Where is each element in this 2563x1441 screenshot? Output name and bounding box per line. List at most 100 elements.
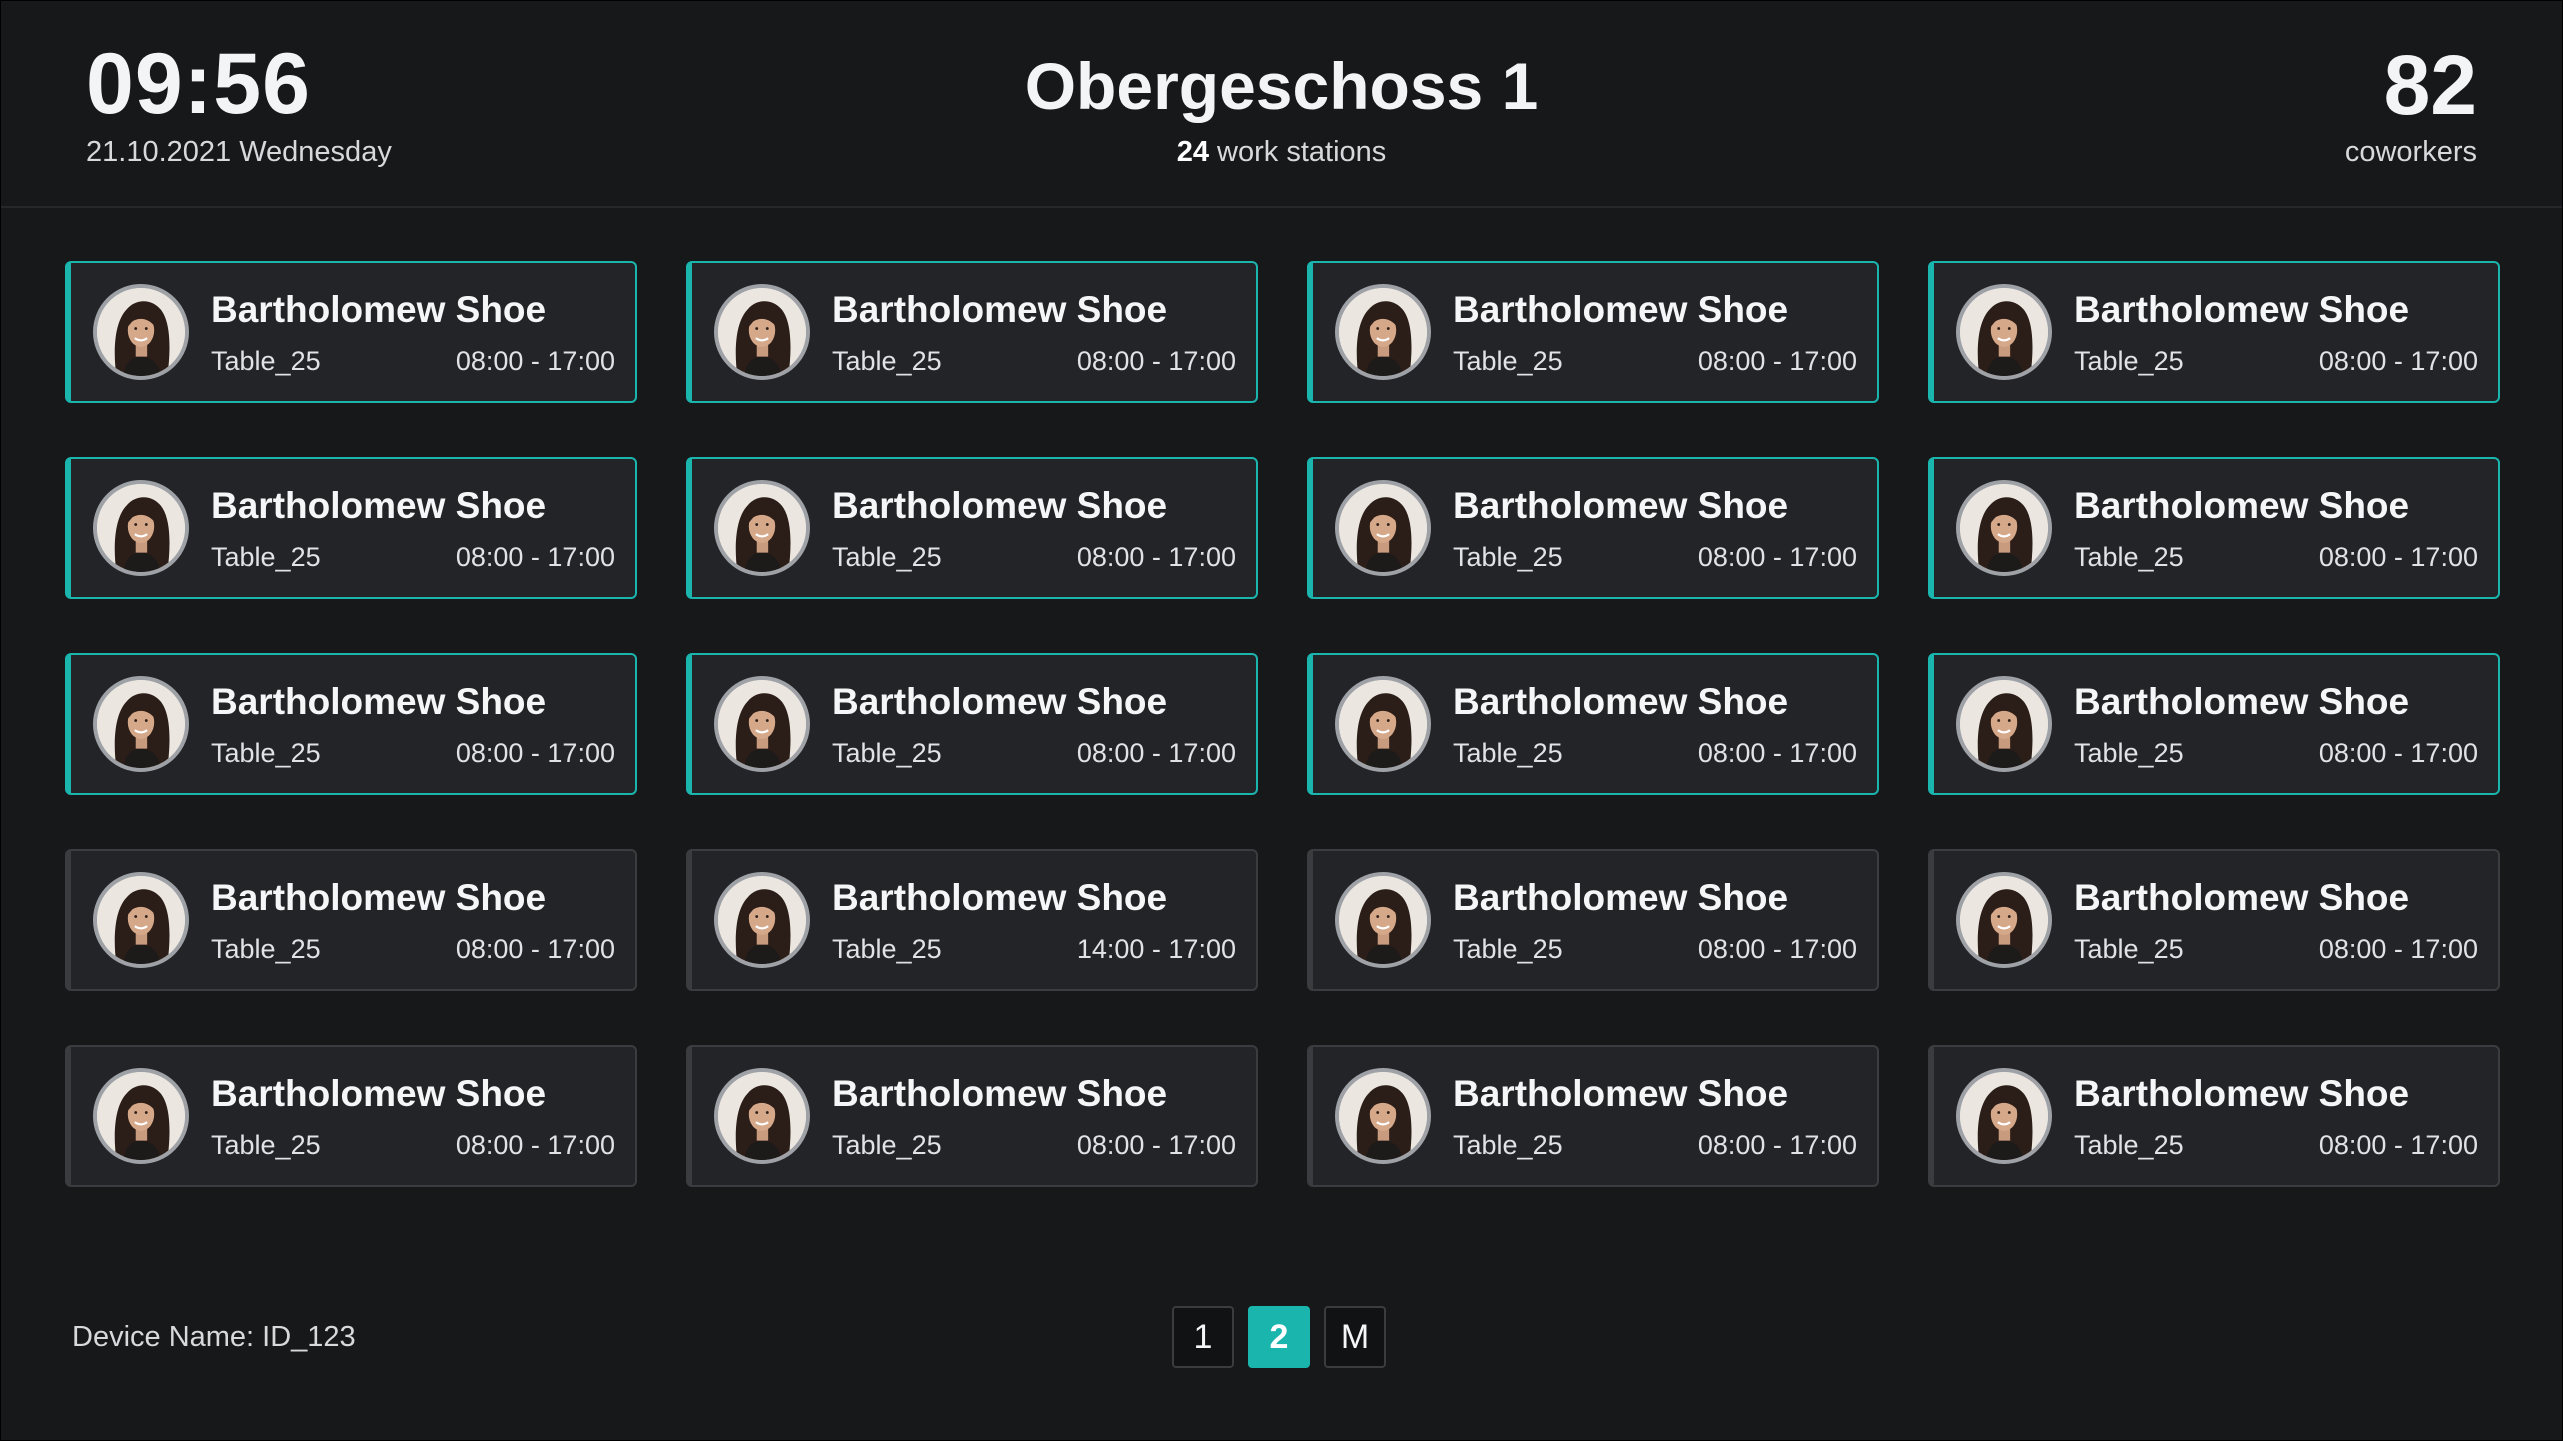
avatar — [714, 1068, 810, 1164]
person-avatar-icon — [97, 288, 185, 376]
person-name: Bartholomew Shoe — [2074, 877, 2410, 918]
table-label: Table_25 — [2074, 1130, 2184, 1160]
booking-time: 08:00 - 17:00 — [1697, 542, 1857, 572]
table-label: Table_25 — [211, 542, 321, 572]
booking-card[interactable]: Bartholomew Shoe Table_25 08:00 - 17:00 — [1307, 653, 1879, 795]
booking-card[interactable]: Bartholomew Shoe Table_25 08:00 - 17:00 — [1307, 849, 1879, 991]
person-avatar-icon — [97, 1072, 185, 1160]
booking-card[interactable]: Bartholomew Shoe Table_25 08:00 - 17:00 — [686, 457, 1258, 599]
person-avatar-icon — [1339, 1072, 1427, 1160]
person-avatar-icon — [1339, 680, 1427, 768]
booking-card[interactable]: Bartholomew Shoe Table_25 08:00 - 17:00 — [686, 261, 1258, 403]
booking-card[interactable]: Bartholomew Shoe Table_25 08:00 - 17:00 — [65, 653, 637, 795]
coworkers-label: coworkers — [2344, 136, 2477, 168]
booking-grid: Bartholomew Shoe Table_25 08:00 - 17:00 … — [65, 261, 2500, 1187]
booking-time: 08:00 - 17:00 — [1697, 738, 1857, 768]
header: 09:56 21.10.2021 Wednesday Obergeschoss … — [1, 1, 2562, 208]
table-label: Table_25 — [832, 346, 942, 376]
table-label: Table_25 — [832, 1130, 942, 1160]
person-name: Bartholomew Shoe — [2074, 1073, 2410, 1114]
booking-card[interactable]: Bartholomew Shoe Table_25 08:00 - 17:00 — [65, 849, 637, 991]
booking-card[interactable]: Bartholomew Shoe Table_25 08:00 - 17:00 — [1928, 1045, 2500, 1187]
person-avatar-icon — [1960, 680, 2048, 768]
booking-time: 08:00 - 17:00 — [1697, 934, 1857, 964]
coworkers-count: 82 — [2383, 38, 2477, 132]
table-label: Table_25 — [211, 738, 321, 768]
person-avatar-icon — [1960, 484, 2048, 572]
booking-time: 08:00 - 17:00 — [2318, 542, 2478, 572]
avatar — [1335, 480, 1431, 576]
table-label: Table_25 — [832, 542, 942, 572]
person-avatar-icon — [718, 1072, 806, 1160]
booking-time: 08:00 - 17:00 — [1076, 1130, 1236, 1160]
avatar — [1335, 1068, 1431, 1164]
person-avatar-icon — [97, 484, 185, 572]
person-avatar-icon — [718, 876, 806, 964]
display-screen: 09:56 21.10.2021 Wednesday Obergeschoss … — [1, 1, 2562, 1440]
table-label: Table_25 — [211, 346, 321, 376]
table-label: Table_25 — [832, 934, 942, 964]
avatar — [1956, 284, 2052, 380]
booking-card[interactable]: Bartholomew Shoe Table_25 08:00 - 17:00 — [1307, 261, 1879, 403]
booking-card[interactable]: Bartholomew Shoe Table_25 08:00 - 17:00 — [1307, 1045, 1879, 1187]
person-avatar-icon — [1960, 1072, 2048, 1160]
person-name: Bartholomew Shoe — [211, 877, 547, 918]
table-label: Table_25 — [2074, 934, 2184, 964]
workstations-count: 24 — [1176, 136, 1209, 168]
person-name: Bartholomew Shoe — [832, 485, 1168, 526]
person-avatar-icon — [1960, 288, 2048, 376]
booking-card[interactable]: Bartholomew Shoe Table_25 08:00 - 17:00 — [1928, 849, 2500, 991]
table-label: Table_25 — [1453, 346, 1563, 376]
person-avatar-icon — [1339, 484, 1427, 572]
person-name: Bartholomew Shoe — [211, 681, 547, 722]
booking-card[interactable]: Bartholomew Shoe Table_25 08:00 - 17:00 — [1928, 653, 2500, 795]
table-label: Table_25 — [1453, 542, 1563, 572]
workstations-summary: 24 work stations — [1, 136, 2562, 169]
page-button-m[interactable]: M — [1324, 1306, 1386, 1368]
booking-time: 08:00 - 17:00 — [1697, 1130, 1857, 1160]
person-name: Bartholomew Shoe — [1453, 681, 1789, 722]
table-label: Table_25 — [1453, 934, 1563, 964]
avatar — [93, 676, 189, 772]
booking-time: 08:00 - 17:00 — [1076, 346, 1236, 376]
avatar — [1956, 1068, 2052, 1164]
page-button-1[interactable]: 1 — [1172, 1306, 1234, 1368]
table-label: Table_25 — [2074, 738, 2184, 768]
person-name: Bartholomew Shoe — [2074, 485, 2410, 526]
person-name: Bartholomew Shoe — [1453, 289, 1789, 330]
avatar — [1956, 872, 2052, 968]
pagination: 12M — [1172, 1306, 1386, 1368]
person-name: Bartholomew Shoe — [832, 1073, 1168, 1114]
person-name: Bartholomew Shoe — [832, 681, 1168, 722]
booking-card[interactable]: Bartholomew Shoe Table_25 14:00 - 17:00 — [686, 849, 1258, 991]
booking-card[interactable]: Bartholomew Shoe Table_25 08:00 - 17:00 — [686, 653, 1258, 795]
booking-card[interactable]: Bartholomew Shoe Table_25 08:00 - 17:00 — [1928, 457, 2500, 599]
booking-card[interactable]: Bartholomew Shoe Table_25 08:00 - 17:00 — [686, 1045, 1258, 1187]
booking-card[interactable]: Bartholomew Shoe Table_25 08:00 - 17:00 — [65, 457, 637, 599]
booking-card[interactable]: Bartholomew Shoe Table_25 08:00 - 17:00 — [1307, 457, 1879, 599]
workstations-label: work stations — [1217, 136, 1387, 168]
page-button-2[interactable]: 2 — [1248, 1306, 1310, 1368]
booking-time: 08:00 - 17:00 — [455, 934, 615, 964]
person-name: Bartholomew Shoe — [211, 289, 547, 330]
person-name: Bartholomew Shoe — [1453, 1073, 1789, 1114]
booking-time: 08:00 - 17:00 — [455, 346, 615, 376]
avatar — [93, 284, 189, 380]
avatar — [93, 480, 189, 576]
avatar — [93, 872, 189, 968]
avatar — [1335, 676, 1431, 772]
person-name: Bartholomew Shoe — [2074, 289, 2410, 330]
avatar — [714, 284, 810, 380]
booking-time: 08:00 - 17:00 — [2318, 934, 2478, 964]
person-name: Bartholomew Shoe — [2074, 681, 2410, 722]
booking-card[interactable]: Bartholomew Shoe Table_25 08:00 - 17:00 — [65, 261, 637, 403]
booking-card[interactable]: Bartholomew Shoe Table_25 08:00 - 17:00 — [65, 1045, 637, 1187]
person-name: Bartholomew Shoe — [832, 877, 1168, 918]
avatar — [1335, 872, 1431, 968]
device-name: Device Name: ID_123 — [72, 1321, 356, 1353]
person-name: Bartholomew Shoe — [211, 485, 547, 526]
avatar — [714, 480, 810, 576]
booking-card[interactable]: Bartholomew Shoe Table_25 08:00 - 17:00 — [1928, 261, 2500, 403]
table-label: Table_25 — [1453, 738, 1563, 768]
person-avatar-icon — [97, 876, 185, 964]
